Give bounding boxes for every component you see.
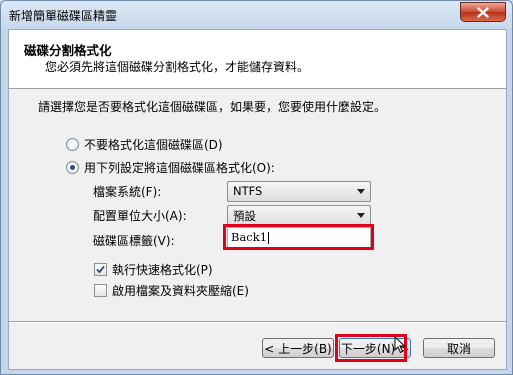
allocation-dropdown[interactable]: 預設 — [227, 205, 371, 226]
close-icon — [477, 6, 489, 18]
wizard-client-area: 磁碟分割格式化 您必須先將這個磁碟分割格式化，才能儲存資料。 請選擇您是否要格式… — [8, 29, 507, 370]
cancel-button[interactable]: 取消 — [423, 338, 495, 358]
no-format-option[interactable]: 不要格式化這個磁碟區(D) — [66, 136, 223, 153]
filesystem-dropdown[interactable]: NTFS — [227, 181, 371, 202]
allocation-label: 配置單位大小(A): — [93, 209, 187, 223]
filesystem-label: 檔案系統(F): — [93, 185, 162, 199]
quick-format-option[interactable]: 執行快速格式化(P) — [94, 261, 213, 278]
compression-label: 啟用檔案及資料夾壓縮(E) — [112, 284, 249, 298]
volume-label-highlight — [223, 224, 374, 250]
volume-label-label: 磁碟區標籤(V): — [93, 234, 175, 248]
no-format-radio[interactable] — [66, 138, 79, 151]
filesystem-value: NTFS — [233, 184, 263, 198]
compression-checkbox[interactable] — [94, 284, 107, 297]
allocation-value: 預設 — [233, 209, 256, 223]
checkmark-icon — [96, 265, 105, 274]
wizard-header: 磁碟分割格式化 您必須先將這個磁碟分割格式化，才能儲存資料。 — [9, 30, 506, 89]
wizard-window: 新增簡單磁碟區精靈 磁碟分割格式化 您必須先將這個磁碟分割格式化，才能儲存資料。… — [0, 0, 513, 375]
chevron-down-icon — [357, 189, 365, 194]
chevron-down-icon — [357, 213, 365, 218]
quick-format-label: 執行快速格式化(P) — [112, 263, 213, 277]
page-title: 磁碟分割格式化 — [24, 43, 112, 58]
format-radio[interactable] — [66, 161, 79, 174]
compression-option[interactable]: 啟用檔案及資料夾壓縮(E) — [94, 282, 249, 299]
title-bar[interactable]: 新增簡單磁碟區精靈 — [1, 1, 512, 27]
no-format-label: 不要格式化這個磁碟區(D) — [84, 138, 223, 152]
window-title: 新增簡單磁碟區精靈 — [9, 9, 118, 23]
instruction-text: 請選擇您是否要格式化這個磁碟區，如果要，您要使用什麼設定。 — [38, 100, 387, 114]
mouse-cursor-icon — [394, 335, 406, 357]
footer-divider — [9, 321, 506, 323]
quick-format-checkbox[interactable] — [94, 263, 107, 276]
format-option[interactable]: 用下列設定將這個磁碟區格式化(O): — [66, 159, 275, 176]
close-button[interactable] — [460, 2, 506, 22]
back-button[interactable]: < 上一步(B) — [262, 338, 334, 358]
page-subtitle: 您必須先將這個磁碟分割格式化，才能儲存資料。 — [45, 60, 310, 74]
format-label: 用下列設定將這個磁碟區格式化(O): — [84, 161, 275, 175]
